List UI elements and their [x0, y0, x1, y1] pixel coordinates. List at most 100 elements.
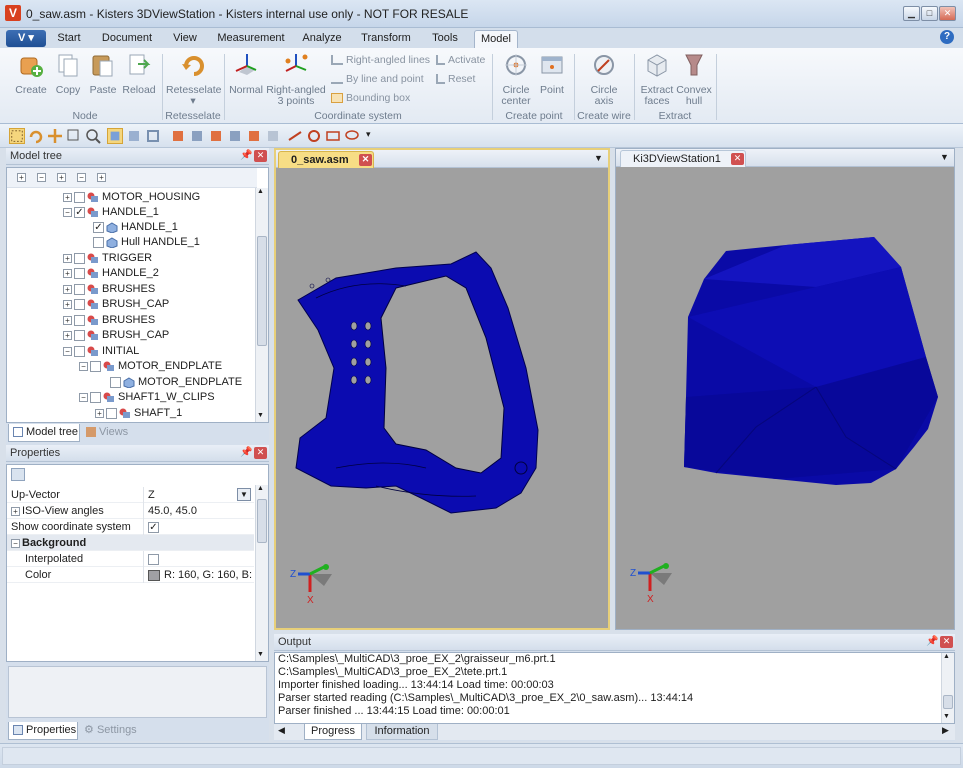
visibility-checkbox[interactable] — [74, 283, 85, 295]
paste-button[interactable]: Paste — [87, 52, 119, 96]
close-icon[interactable]: ✕ — [254, 150, 267, 162]
expand-level-icon[interactable]: + — [57, 173, 66, 182]
prop-category-background[interactable]: − Background — [7, 535, 254, 551]
select-parts-icon[interactable] — [107, 128, 123, 144]
pin-icon[interactable]: 📌 — [926, 634, 938, 650]
visibility-checkbox[interactable] — [106, 407, 117, 419]
visibility-checkbox[interactable]: ✓ — [93, 221, 104, 233]
circle-axis-button[interactable]: Circle axis — [586, 52, 622, 107]
create-button[interactable]: Create — [12, 52, 50, 96]
tab-view[interactable]: View — [167, 30, 203, 48]
properties-scrollbar[interactable]: ▲ ▼ — [255, 485, 268, 661]
interpolated-checkbox[interactable] — [148, 553, 159, 565]
tab-0-saw-asm[interactable]: 0_saw.asm ✕ — [278, 151, 374, 168]
circle-center-button[interactable]: Circle center — [498, 52, 534, 107]
close-icon[interactable]: ✕ — [359, 154, 372, 166]
tree-item[interactable]: − MOTOR_ENDPLATE — [79, 359, 222, 374]
rectangle-icon[interactable] — [325, 128, 341, 144]
scroll-thumb[interactable] — [257, 499, 267, 543]
output-log[interactable]: C:\Samples\_MultiCAD\3_proe_EX_2\graisse… — [274, 652, 955, 724]
visibility-checkbox[interactable] — [110, 376, 121, 388]
visibility-checkbox[interactable] — [90, 360, 101, 372]
prop-row-show-coordinate-system[interactable]: Show coordinate system ✓ — [7, 519, 254, 535]
tree-item[interactable]: − ✓ HANDLE_1 — [63, 205, 159, 220]
tree-item[interactable]: + SHAFT_1 — [95, 406, 182, 421]
viewport-right[interactable]: Ki3DViewStation1 ✕ ▼ Z X — [615, 148, 955, 630]
convex-hull-button[interactable]: Convex hull — [676, 52, 712, 107]
tree-item[interactable]: + MOTOR_HOUSING — [63, 190, 200, 205]
lasso-icon[interactable] — [344, 128, 360, 144]
close-icon[interactable]: ✕ — [731, 153, 744, 165]
view-bottom-icon[interactable] — [265, 128, 281, 144]
tree-item[interactable]: + HANDLE_2 — [63, 266, 159, 281]
output-scrollbar[interactable]: ▲ ▼ — [941, 653, 954, 723]
tree-scrollbar[interactable]: ▲ ▼ — [255, 188, 268, 422]
expand-all-icon[interactable]: + — [17, 173, 26, 182]
visibility-checkbox[interactable] — [74, 345, 85, 357]
extract-faces-button[interactable]: Extract faces — [638, 52, 676, 107]
tree-item[interactable]: MOTOR_ENDPLATE — [110, 375, 242, 390]
expand-selected-icon[interactable]: + — [97, 173, 106, 182]
reset-button[interactable]: Reset — [436, 72, 475, 86]
visibility-checkbox[interactable] — [90, 391, 101, 403]
tab-properties[interactable]: Properties — [8, 722, 78, 740]
scroll-down-icon[interactable]: ▼ — [257, 651, 264, 658]
point-button[interactable]: Point — [536, 52, 568, 96]
scroll-down-icon[interactable]: ▼ — [257, 412, 264, 419]
tab-model-tree[interactable]: Model tree — [8, 424, 80, 442]
sort-categorized-icon[interactable] — [11, 468, 25, 481]
tab-progress[interactable]: Progress — [304, 724, 362, 740]
tree-item[interactable]: ✓ HANDLE_1 — [93, 220, 178, 235]
pan-icon[interactable] — [47, 128, 63, 144]
tree-item[interactable]: + TRIGGER — [63, 251, 152, 266]
normal-button[interactable]: Normal — [228, 52, 264, 96]
tree-item[interactable]: + BRUSHES — [63, 313, 155, 328]
collapse-all-icon[interactable]: − — [37, 173, 46, 182]
tab-information[interactable]: Information — [366, 724, 438, 740]
copy-button[interactable]: Copy — [52, 52, 84, 96]
toolbar-overflow-icon[interactable]: ▾ — [366, 129, 371, 140]
visibility-checkbox[interactable] — [74, 298, 85, 310]
scroll-left-icon[interactable]: ◀ — [278, 725, 285, 736]
view-right-icon[interactable] — [227, 128, 243, 144]
scroll-up-icon[interactable]: ▲ — [943, 653, 950, 660]
view-top-icon[interactable] — [246, 128, 262, 144]
rotate-icon[interactable] — [28, 128, 44, 144]
visibility-checkbox[interactable] — [74, 267, 85, 279]
close-icon[interactable]: ✕ — [939, 6, 956, 21]
visibility-checkbox[interactable] — [74, 252, 85, 264]
pin-icon[interactable]: 📌 — [240, 445, 252, 461]
tab-views[interactable]: Views — [84, 424, 140, 442]
visibility-checkbox[interactable]: ✓ — [74, 206, 85, 218]
view-back-icon[interactable] — [189, 128, 205, 144]
select-faces-icon[interactable] — [126, 128, 142, 144]
collapse-level-icon[interactable]: − — [77, 173, 86, 182]
prop-row-iso-view-angles[interactable]: + ISO-View angles 45.0, 45.0 — [7, 503, 254, 519]
tab-ki3dviewstation1[interactable]: Ki3DViewStation1 ✕ — [620, 150, 746, 167]
tree-item[interactable]: − SHAFT1_W_CLIPS — [79, 390, 215, 405]
app-menu-button[interactable]: V ▾ — [6, 30, 46, 47]
tree-item[interactable]: + BRUSHES — [63, 282, 155, 297]
close-icon[interactable]: ✕ — [940, 636, 953, 648]
tab-analyze[interactable]: Analyze — [299, 30, 345, 48]
zoom-icon[interactable] — [85, 128, 101, 144]
scroll-thumb[interactable] — [257, 236, 267, 346]
tab-start[interactable]: Start — [52, 30, 86, 48]
tab-list-dropdown-icon[interactable]: ▼ — [594, 153, 603, 163]
tab-measurement[interactable]: Measurement — [214, 30, 288, 48]
right-angled-3-points-button[interactable]: Right-angled 3 points — [265, 52, 327, 107]
tab-tools[interactable]: Tools — [425, 30, 465, 48]
maximize-icon[interactable]: □ — [921, 6, 938, 21]
viewport-left[interactable]: 0_saw.asm ✕ ▼ Z X — [274, 148, 610, 630]
prop-row-color[interactable]: Color R: 160, G: 160, B: 164 — [7, 567, 254, 583]
view-left-icon[interactable] — [208, 128, 224, 144]
help-icon[interactable]: ? — [940, 30, 954, 44]
by-line-and-point-button[interactable]: By line and point — [331, 72, 424, 86]
scroll-right-icon[interactable]: ▶ — [942, 725, 949, 736]
select-edges-icon[interactable] — [145, 128, 161, 144]
color-swatch[interactable] — [148, 569, 160, 581]
reload-button[interactable]: Reload — [121, 52, 157, 96]
refresh-icon[interactable] — [306, 128, 322, 144]
scroll-thumb[interactable] — [943, 695, 953, 709]
prop-row-up-vector[interactable]: Up-Vector Z ▼ — [7, 487, 254, 503]
